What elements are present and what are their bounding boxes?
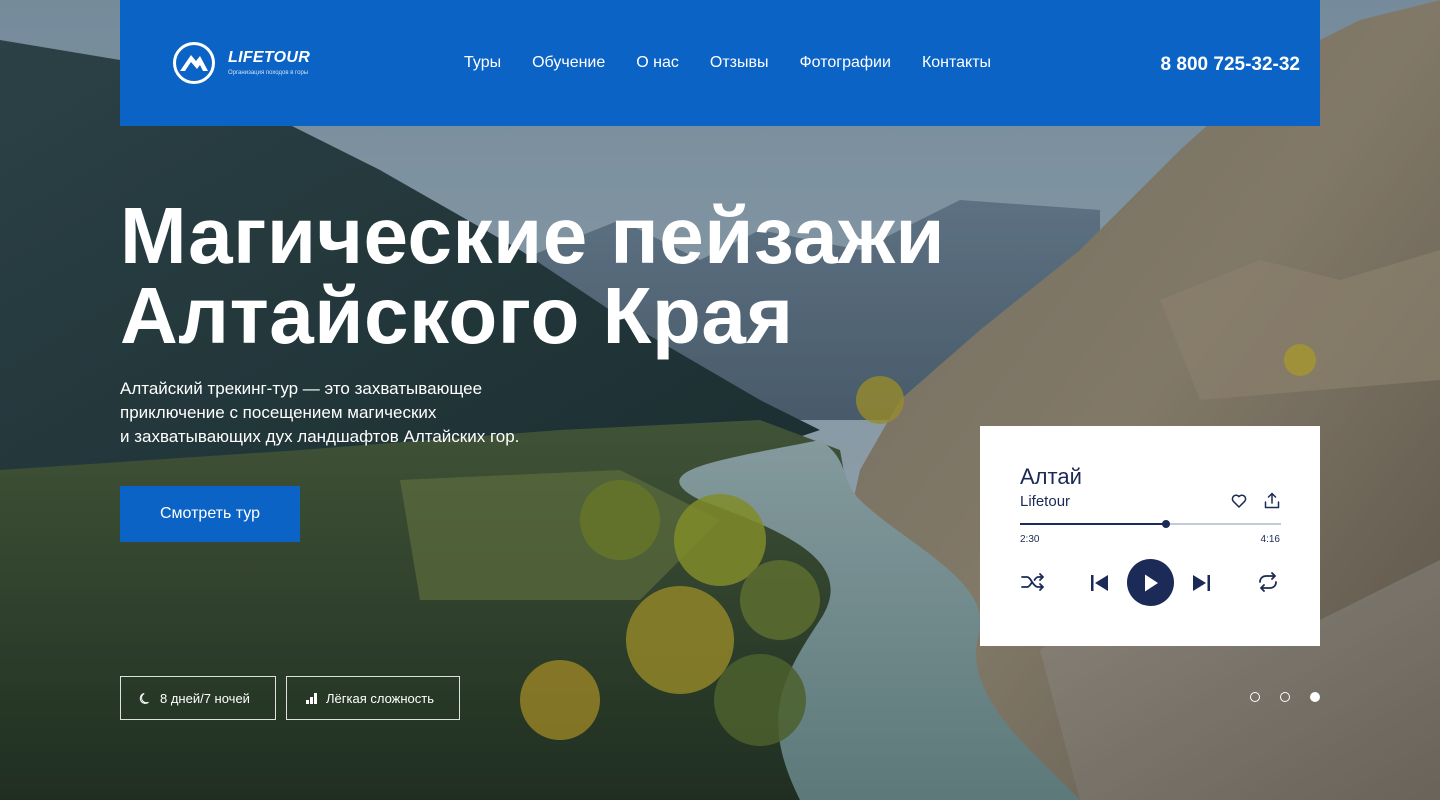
track-artist: Lifetour bbox=[1020, 493, 1071, 510]
moon-icon bbox=[139, 692, 149, 704]
view-tour-button[interactable]: Смотреть тур bbox=[120, 486, 300, 542]
slider-pagination bbox=[1250, 692, 1320, 702]
previous-button[interactable] bbox=[1090, 574, 1110, 592]
current-time: 2:30 bbox=[1020, 534, 1040, 545]
progress-bar[interactable] bbox=[1020, 520, 1281, 528]
share-icon[interactable] bbox=[1264, 492, 1280, 509]
track-title: Алтай bbox=[1020, 464, 1082, 489]
next-button[interactable] bbox=[1191, 574, 1211, 592]
slider-dot[interactable] bbox=[1250, 692, 1260, 702]
difficulty-chip: Лёгкая сложность bbox=[286, 676, 460, 720]
slider-dot-active[interactable] bbox=[1310, 692, 1320, 702]
mountain-logo-icon bbox=[173, 42, 215, 84]
progress-knob[interactable] bbox=[1162, 520, 1171, 528]
site-header: LIFETOUR Организация походов в горы Туры… bbox=[120, 0, 1320, 126]
duration-label: 8 дней/7 ночей bbox=[160, 690, 250, 706]
nav-item-about[interactable]: О нас bbox=[636, 53, 679, 73]
nav-item-photos[interactable]: Фотографии bbox=[800, 53, 891, 73]
audio-player: Алтай Lifetour 2:30 4:16 bbox=[980, 426, 1320, 646]
phone-number[interactable]: 8 800 725-32-32 bbox=[1161, 53, 1300, 77]
hero-title-line-2: Алтайского Края bbox=[120, 271, 794, 360]
hero-title-line-1: Магические пейзажи bbox=[120, 191, 946, 280]
hero-description-line-1: Алтайский трекинг-тур — это захватывающе… bbox=[120, 379, 483, 398]
progress-fill bbox=[1020, 523, 1167, 525]
skip-next-icon bbox=[1193, 575, 1210, 591]
hero-description-line-2: приключение с посещением магических bbox=[120, 403, 437, 422]
hero-description: Алтайский трекинг-тур — это захватывающе… bbox=[120, 377, 580, 449]
track-duration: 4:16 bbox=[1260, 534, 1280, 545]
heart-icon[interactable] bbox=[1231, 493, 1247, 509]
logo[interactable]: LIFETOUR Организация походов в горы bbox=[172, 41, 310, 85]
repeat-button[interactable] bbox=[1257, 572, 1279, 592]
hero-title: Магические пейзажи Алтайского Края bbox=[120, 196, 1120, 356]
nav-item-reviews[interactable]: Отзывы bbox=[710, 53, 769, 73]
slider-dot[interactable] bbox=[1280, 692, 1290, 702]
nav-item-tours[interactable]: Туры bbox=[464, 53, 501, 73]
difficulty-label: Лёгкая сложность bbox=[326, 690, 435, 706]
hero-description-line-3: и захватывающих дух ландшафтов Алтайских… bbox=[120, 427, 520, 446]
main-nav: Туры Обучение О нас Отзывы Фотографии Ко… bbox=[464, 53, 991, 73]
nav-item-contacts[interactable]: Контакты bbox=[922, 53, 991, 73]
duration-chip: 8 дней/7 ночей bbox=[120, 676, 276, 720]
play-button[interactable] bbox=[1127, 559, 1174, 606]
bar-chart-icon bbox=[306, 692, 317, 704]
shuffle-icon bbox=[1021, 573, 1044, 591]
skip-previous-icon bbox=[1091, 575, 1108, 591]
nav-item-training[interactable]: Обучение bbox=[532, 53, 605, 73]
shuffle-button[interactable] bbox=[1021, 572, 1045, 592]
play-icon bbox=[1144, 574, 1158, 591]
brand-tagline: Организация походов в горы bbox=[228, 70, 309, 76]
brand-name: LIFETOUR bbox=[228, 49, 311, 66]
repeat-icon bbox=[1259, 572, 1277, 592]
